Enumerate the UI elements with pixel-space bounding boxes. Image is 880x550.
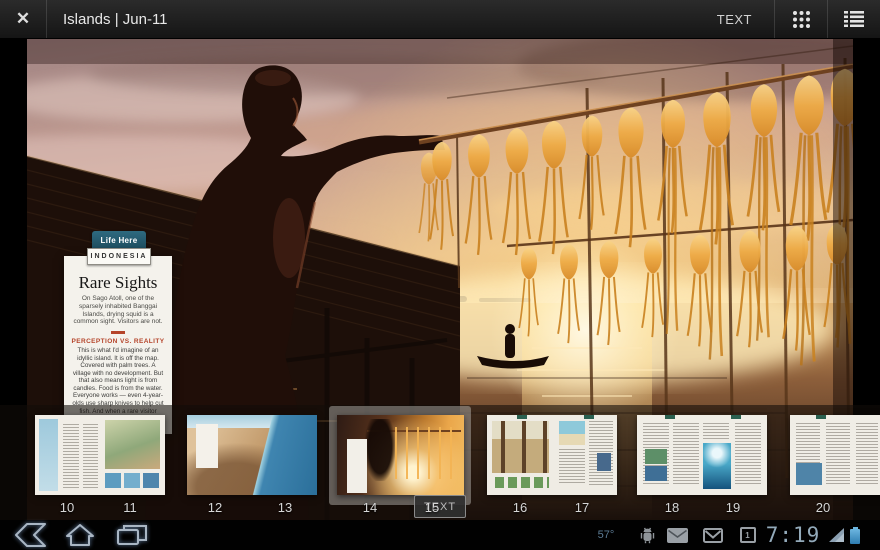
section-divider — [111, 331, 125, 334]
thumbnail-pages-14-15-selected[interactable] — [337, 415, 464, 495]
page-number: 18 — [657, 500, 687, 515]
tablet-screen: ✕ Islands | Jun-11 TEXT — [0, 0, 880, 550]
home-button[interactable] — [60, 520, 100, 550]
gmail-icon — [703, 528, 723, 543]
page-number: 15 — [417, 500, 447, 515]
list-view-icon — [844, 11, 864, 27]
gmail-notification-icon[interactable] — [700, 520, 725, 550]
page-filmstrip: 10 11 12 13 14 TEXT 15 16 17 18 19 20 — [0, 405, 880, 520]
email-notification-icon[interactable] — [664, 520, 690, 550]
page-number: 20 — [808, 500, 838, 515]
close-icon: ✕ — [16, 9, 30, 29]
grid-view-icon — [792, 10, 811, 29]
section-heading: PERCEPTION VS. REALITY — [64, 338, 172, 345]
page-number: 14 — [355, 500, 385, 515]
calendar-notification-icon[interactable]: 1 — [737, 520, 758, 550]
system-bar: 57° — [0, 520, 880, 550]
signal-triangle-icon — [829, 528, 845, 542]
page-number: 17 — [567, 500, 597, 515]
battery-icon[interactable] — [848, 520, 862, 550]
android-bug-icon — [639, 526, 656, 544]
thumbnail-pages-18-19[interactable] — [637, 415, 767, 495]
close-button[interactable]: ✕ — [0, 0, 46, 38]
clock[interactable]: 7:19 — [760, 520, 826, 550]
usb-debug-icon[interactable] — [636, 520, 658, 550]
actionbar-divider — [46, 0, 47, 38]
actionbar-actions: TEXT — [695, 0, 880, 38]
thumbnail-page-20[interactable] — [790, 415, 880, 495]
calendar-icon: 1 — [740, 527, 756, 543]
magazine-title: Islands | Jun-11 — [63, 0, 168, 38]
page-number: 11 — [115, 500, 145, 515]
back-button[interactable] — [10, 520, 50, 550]
page-number: 12 — [200, 500, 230, 515]
temperature-readout[interactable]: 57° — [590, 520, 622, 550]
thumbnail-pages-16-17[interactable] — [487, 415, 617, 495]
action-bar: ✕ Islands | Jun-11 TEXT — [0, 0, 880, 39]
article-dek: On Sago Atoll, one of the sparsely inhab… — [64, 295, 172, 326]
text-mode-button[interactable]: TEXT — [695, 0, 774, 38]
home-icon — [64, 522, 96, 548]
page-number: 10 — [52, 500, 82, 515]
battery-body — [850, 529, 860, 544]
list-view-button[interactable] — [828, 0, 880, 38]
life-here-tab[interactable]: Life Here — [92, 231, 146, 249]
article-title: Rare Sights — [64, 274, 172, 291]
recent-apps-button[interactable] — [110, 520, 154, 550]
thumbnail-pages-12-13[interactable] — [187, 415, 317, 495]
page-number: 19 — [718, 500, 748, 515]
grid-view-button[interactable] — [775, 0, 827, 38]
thumbnail-pages-10-11[interactable] — [35, 415, 165, 495]
back-icon — [13, 522, 47, 548]
signal-strength-icon[interactable] — [828, 520, 846, 550]
region-kicker: INDONESIA — [87, 248, 151, 265]
page-number: 13 — [270, 500, 300, 515]
envelope-icon — [667, 528, 688, 543]
page-number: 16 — [505, 500, 535, 515]
recent-apps-icon — [115, 522, 149, 548]
